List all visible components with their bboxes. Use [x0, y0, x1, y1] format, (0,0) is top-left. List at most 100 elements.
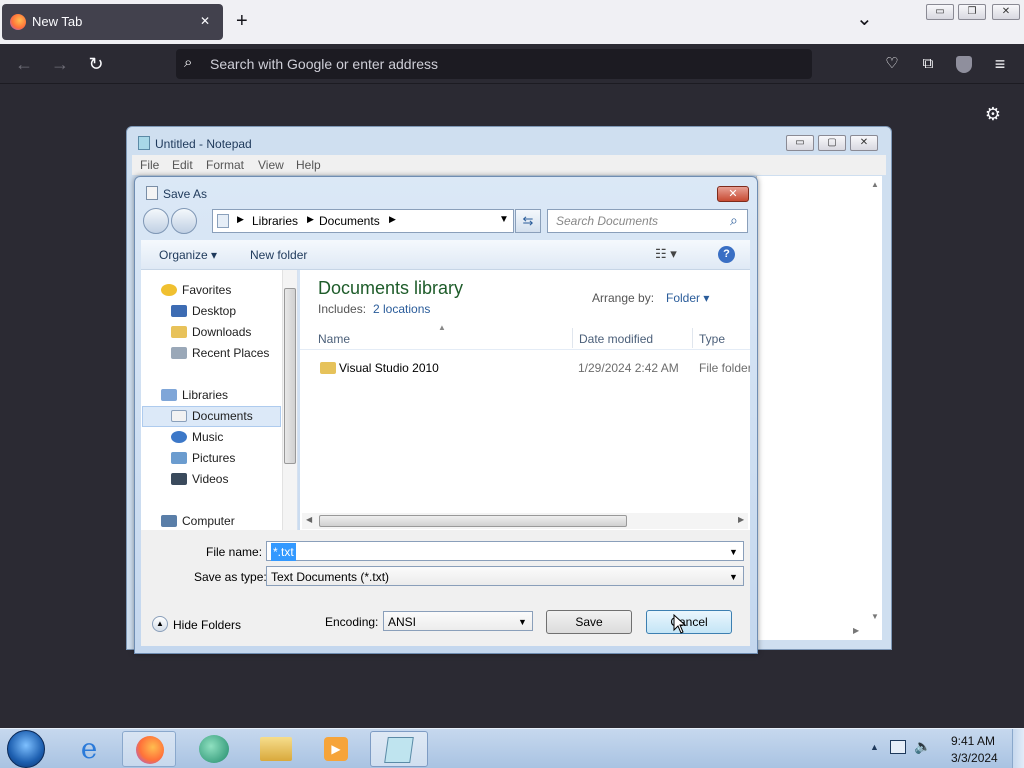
encoding-value: ANSI	[388, 615, 417, 629]
tab-close-icon[interactable]: ✕	[200, 14, 210, 28]
includes-locations-link[interactable]: 2 locations	[373, 302, 430, 316]
volume-muted-icon[interactable]: 🔈	[914, 738, 931, 755]
nav-computer[interactable]: Computer	[161, 511, 235, 532]
search-icon: ⌕	[184, 54, 193, 71]
notepad-close-button[interactable]: ✕	[850, 135, 878, 151]
file-pane: Documents library Includes: 2 locations …	[300, 270, 750, 530]
nav-desktop[interactable]: Desktop	[171, 301, 236, 322]
ublock-icon[interactable]	[956, 56, 972, 73]
menu-help[interactable]: Help	[296, 158, 321, 172]
scroll-right-arrow[interactable]: ▶	[853, 626, 859, 635]
nav-scrollbar[interactable]	[282, 270, 297, 530]
breadcrumb-libraries[interactable]: Libraries	[252, 214, 298, 228]
desktop-icon	[171, 305, 187, 317]
nav-favorites[interactable]: Favorites	[161, 280, 231, 301]
forward-button[interactable]	[171, 208, 197, 234]
taskbar-notepad-icon[interactable]	[370, 731, 428, 767]
arrange-by-label: Arrange by:	[592, 291, 655, 305]
reload-icon[interactable]: ↻	[84, 54, 108, 74]
file-row-visual-studio[interactable]: Visual Studio 2010 1/29/2024 2:42 AM Fil…	[318, 360, 750, 378]
show-hidden-icons-icon[interactable]: ▲	[870, 742, 879, 752]
save-button[interactable]: Save	[546, 610, 632, 634]
taskbar-messenger-icon[interactable]	[186, 731, 240, 767]
extensions-icon[interactable]: ⧉	[916, 54, 940, 74]
minimize-button[interactable]: ▭	[926, 4, 954, 20]
column-type[interactable]: Type	[699, 332, 725, 346]
tab-new-tab[interactable]: New Tab ✕	[2, 4, 223, 40]
menu-format[interactable]: Format	[206, 158, 244, 172]
clock-time[interactable]: 9:41 AM	[951, 734, 995, 748]
address-bar[interactable]: ▶ Libraries ▶ Documents ▶ ▼	[212, 209, 514, 233]
mouse-cursor-icon	[673, 614, 687, 634]
videos-icon	[171, 473, 187, 485]
organize-button[interactable]: Organize ▾	[159, 248, 217, 262]
taskbar-ie-icon[interactable]: e	[62, 731, 116, 767]
start-button[interactable]	[7, 730, 45, 768]
nav-scroll-thumb[interactable]	[284, 288, 296, 464]
libraries-icon	[161, 389, 177, 401]
breadcrumb-documents[interactable]: Documents	[319, 214, 380, 228]
scroll-down-arrow[interactable]: ▼	[871, 612, 879, 621]
notepad-minimize-button[interactable]: ▭	[786, 135, 814, 151]
encoding-dropdown-icon: ▼	[518, 617, 527, 627]
search-input[interactable]: Search Documents ⌕	[547, 209, 748, 233]
clock-date[interactable]: 3/3/2024	[951, 751, 998, 765]
url-bar[interactable]: ⌕ Search with Google or enter address	[176, 49, 812, 79]
cancel-button[interactable]: Cancel	[646, 610, 732, 634]
column-header-row	[300, 326, 750, 350]
scroll-left-arrow[interactable]: ◀	[306, 515, 312, 524]
nav-downloads[interactable]: Downloads	[171, 322, 251, 343]
encoding-label: Encoding:	[325, 615, 379, 629]
menu-view[interactable]: View	[258, 158, 284, 172]
back-icon[interactable]: ←	[12, 54, 36, 74]
taskbar-firefox-icon[interactable]	[122, 731, 176, 767]
restore-button[interactable]: ❐	[958, 4, 986, 20]
nav-recent-places[interactable]: Recent Places	[171, 343, 269, 364]
menu-edit[interactable]: Edit	[172, 158, 193, 172]
close-button[interactable]: ✕	[992, 4, 1020, 20]
back-button[interactable]	[143, 208, 169, 234]
taskbar-explorer-icon[interactable]	[248, 731, 302, 767]
view-options-icon[interactable]: ☷ ▾	[655, 246, 677, 262]
column-name[interactable]: Name	[318, 332, 350, 346]
forward-icon[interactable]: →	[48, 54, 72, 74]
new-tab-button[interactable]: +	[236, 10, 248, 33]
notepad-maximize-button[interactable]: ▢	[818, 135, 846, 151]
save-as-type-value: Text Documents (*.txt)	[271, 570, 390, 584]
network-icon[interactable]	[890, 740, 906, 754]
file-name-input[interactable]: *.txt ▼	[266, 541, 744, 561]
file-name-value: *.txt	[271, 543, 296, 561]
search-icon: ⌕	[730, 212, 738, 228]
nav-videos[interactable]: Videos	[171, 469, 228, 490]
downloads-icon	[171, 326, 187, 338]
help-icon[interactable]: ?	[718, 246, 735, 263]
nav-music[interactable]: Music	[171, 427, 223, 448]
save-as-type-label: Save as type:	[194, 570, 267, 584]
arrange-by-dropdown[interactable]: Folder ▾	[666, 291, 709, 305]
chevron-down-icon[interactable]: ⌄	[856, 6, 873, 31]
encoding-select[interactable]: ANSI ▼	[383, 611, 533, 631]
taskbar-media-player-icon[interactable]: ▶	[308, 731, 362, 767]
menu-icon[interactable]: ≡	[988, 54, 1012, 74]
nav-documents[interactable]: Documents	[171, 406, 253, 427]
gear-icon[interactable]: ⚙	[981, 104, 1005, 124]
scroll-up-arrow[interactable]: ▲	[871, 180, 879, 189]
refresh-button[interactable]: ⇆	[515, 209, 541, 233]
nav-pictures[interactable]: Pictures	[171, 448, 235, 469]
nav-libraries[interactable]: Libraries	[161, 385, 228, 406]
url-placeholder: Search with Google or enter address	[210, 56, 439, 72]
chat-icon	[199, 735, 229, 763]
save-as-type-select[interactable]: Text Documents (*.txt) ▼	[266, 566, 744, 586]
address-dropdown-icon[interactable]: ▼	[499, 214, 509, 225]
column-date-modified[interactable]: Date modified	[579, 332, 653, 346]
horizontal-scrollbar[interactable]: ◀ ▶	[302, 513, 748, 529]
horizontal-scroll-thumb[interactable]	[319, 515, 627, 527]
dialog-close-button[interactable]: ✕	[717, 186, 749, 202]
show-desktop-button[interactable]	[1012, 729, 1024, 768]
new-folder-button[interactable]: New folder	[250, 248, 307, 262]
file-name-dropdown-icon[interactable]: ▼	[729, 543, 738, 561]
notepad-text-area[interactable]: ▲ ▼ ▶	[756, 176, 882, 640]
menu-file[interactable]: File	[140, 158, 159, 172]
pocket-icon[interactable]: ♡	[880, 54, 904, 74]
scroll-right-arrow[interactable]: ▶	[738, 515, 744, 524]
